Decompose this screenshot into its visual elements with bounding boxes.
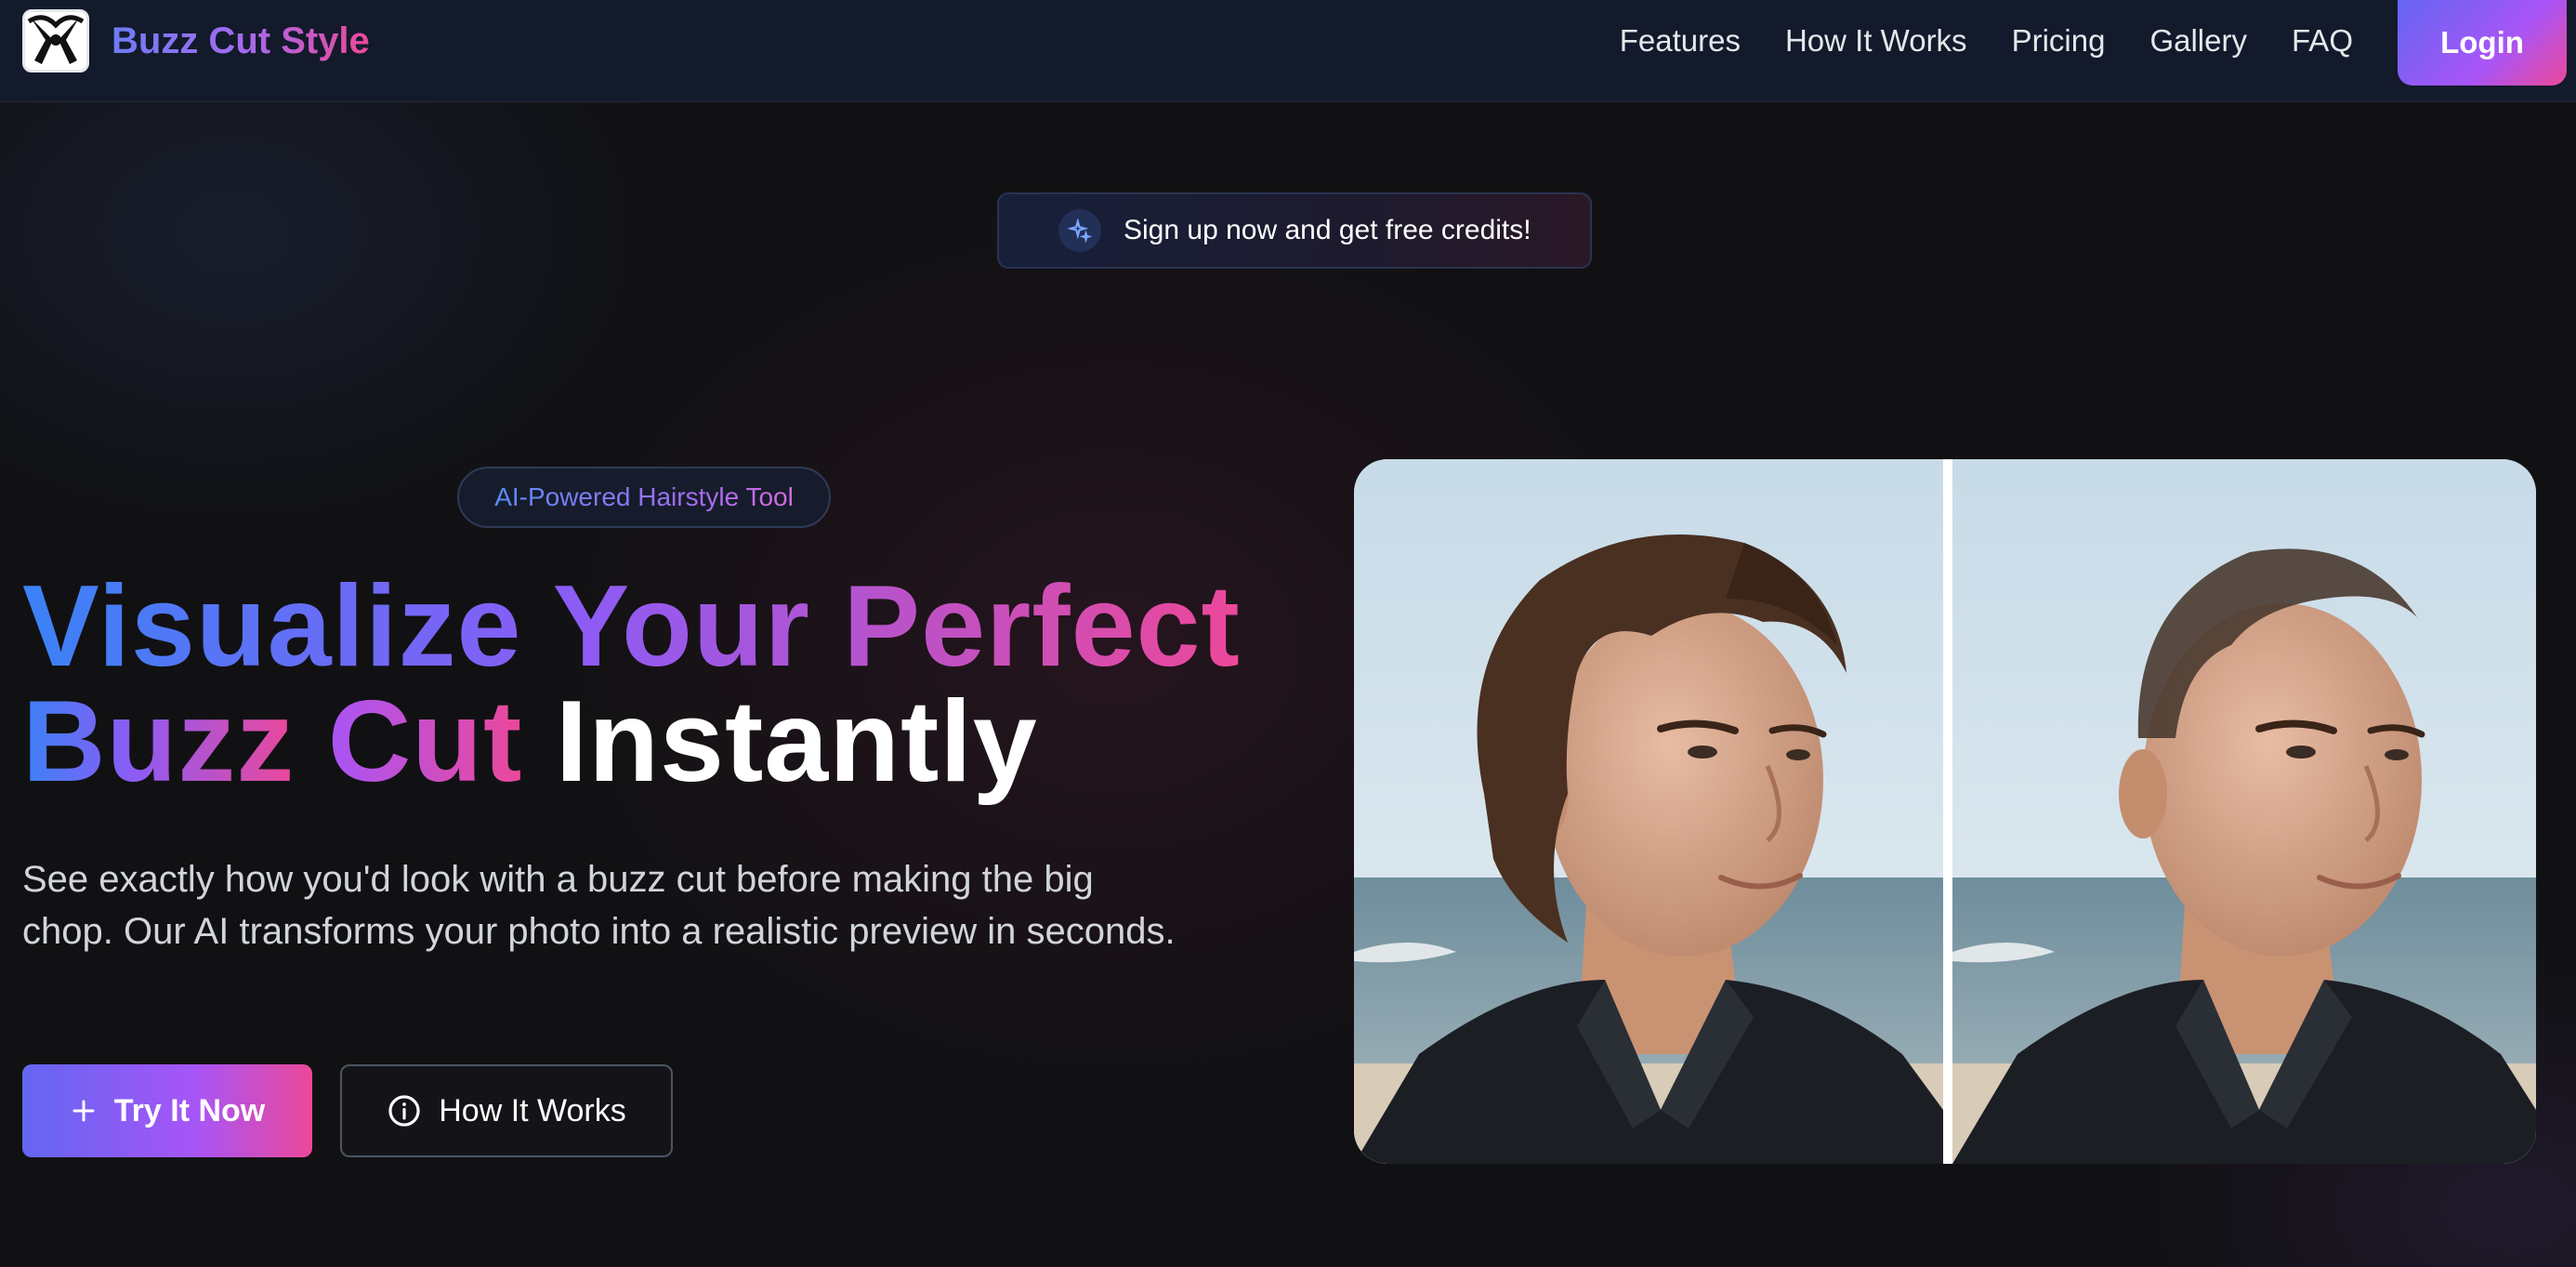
hero-badge: AI-Powered Hairstyle Tool	[457, 467, 831, 528]
hero-headline: Visualize Your Perfect Buzz Cut Instantl…	[22, 569, 1323, 799]
info-icon	[388, 1095, 420, 1127]
hero-subtext-line-2: chop. Our AI transforms your photo into …	[22, 911, 1176, 952]
top-nav: Buzz Cut Style Features How It Works Pri…	[0, 0, 2576, 102]
before-photo	[1354, 459, 1943, 1164]
before-after-comparison[interactable]	[1354, 459, 2536, 1164]
nav-link-pricing[interactable]: Pricing	[2012, 20, 2106, 61]
nav-links: Features How It Works Pricing Gallery FA…	[1620, 20, 2353, 61]
headline-line-1: Visualize Your Perfect	[22, 562, 1241, 691]
nav-link-gallery[interactable]: Gallery	[2149, 20, 2247, 61]
nav-link-features[interactable]: Features	[1620, 20, 1741, 61]
promo-text: Sign up now and get free credits!	[1124, 215, 1531, 245]
headline-word-cut: Cut	[327, 678, 523, 806]
after-photo	[1952, 459, 2536, 1164]
sparkles-icon	[1058, 209, 1101, 252]
brand-name[interactable]: Buzz Cut Style	[112, 17, 370, 65]
hero-badge-label: AI-Powered Hairstyle Tool	[494, 482, 794, 511]
headline-word-buzz: Buzz	[22, 678, 296, 806]
plus-icon	[72, 1100, 95, 1122]
promo-banner[interactable]: Sign up now and get free credits!	[997, 192, 1592, 269]
how-it-works-label: How It Works	[439, 1092, 626, 1128]
try-it-now-label: Try It Now	[113, 1092, 266, 1128]
headline-word-instantly: Instantly	[555, 678, 1038, 806]
nav-link-how-it-works[interactable]: How It Works	[1785, 20, 1967, 61]
hero-subtext-line-1: See exactly how you'd look with a buzz c…	[22, 859, 1094, 900]
try-it-now-button[interactable]: Try It Now	[22, 1064, 312, 1157]
how-it-works-button[interactable]: How It Works	[340, 1064, 673, 1157]
hero-subtext: See exactly how you'd look with a buzz c…	[22, 853, 1323, 957]
login-button[interactable]: Login	[2398, 0, 2567, 86]
nav-link-faq[interactable]: FAQ	[2292, 20, 2353, 61]
logo-icon[interactable]	[22, 9, 89, 73]
before-after-photo	[1354, 459, 2536, 1164]
